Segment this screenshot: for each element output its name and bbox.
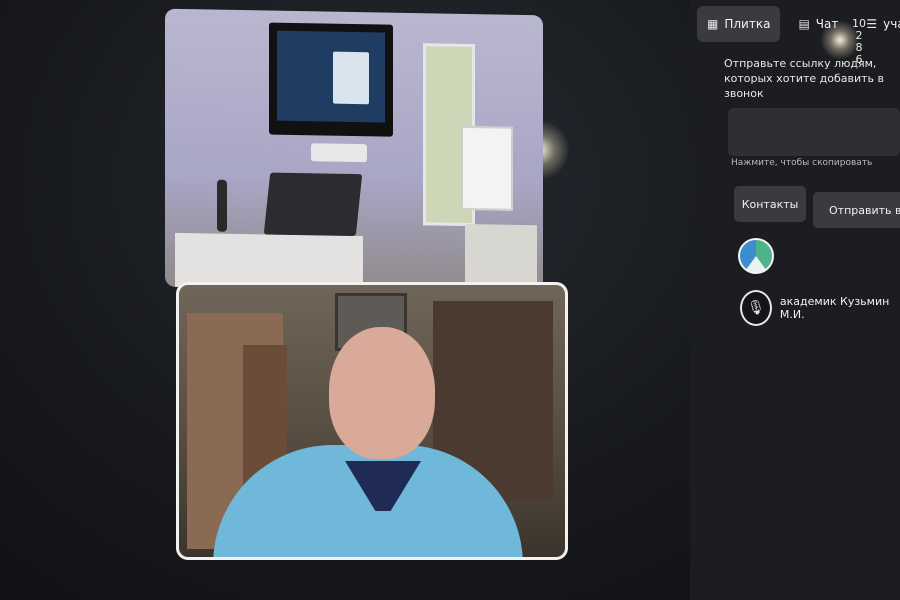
room-projector [311, 143, 367, 163]
participant-item[interactable] [738, 238, 782, 274]
invite-text: Отправьте ссылку людям, которых хотите д… [724, 57, 885, 100]
participant-item[interactable]: 🎙 академик Кузьмин М.И. [740, 290, 900, 326]
speaker-video[interactable] [176, 282, 568, 560]
tab-chat-label: Чат [815, 17, 839, 31]
contacts-button[interactable]: Контакты [734, 186, 806, 222]
copy-hint: Нажмите, чтобы скопировать [731, 158, 873, 168]
room-laptop [263, 172, 363, 237]
invite-link-box[interactable] [728, 108, 900, 156]
room-microphone [217, 179, 227, 232]
grid-icon: ▦ [707, 17, 719, 31]
room-tv [269, 22, 393, 137]
tab-chat[interactable]: ▤ Чат [788, 6, 848, 42]
tab-participants-label: участни [883, 17, 900, 31]
chat-icon: ▤ [798, 17, 810, 31]
tab-tile-label: Плитка [724, 17, 771, 31]
room-tv-screen [277, 30, 385, 123]
send-email-button[interactable]: Отправить в пис [813, 192, 900, 228]
participant-name: академик Кузьмин М.И. [779, 295, 890, 321]
conference-room-video[interactable] [165, 8, 543, 294]
microphone-icon: 🎙 [740, 290, 772, 326]
speaker-head [329, 327, 435, 459]
globe-avatar-icon [738, 238, 774, 274]
people-icon: ☰ [866, 17, 878, 31]
room-tv-document [333, 51, 369, 105]
room-flipchart [461, 125, 513, 211]
tab-tile[interactable]: ▦ Плитка [697, 6, 781, 42]
panel-tabs: ▦ Плитка ▤ Чат ☰ участни [697, 6, 900, 46]
